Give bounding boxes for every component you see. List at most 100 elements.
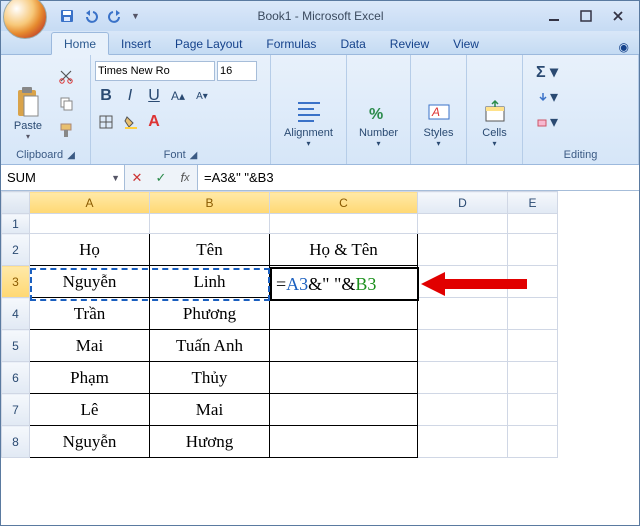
- tab-home[interactable]: Home: [51, 32, 109, 55]
- cell-A2[interactable]: Họ: [30, 234, 150, 266]
- row-header-5[interactable]: 5: [2, 330, 30, 362]
- cell-E6[interactable]: [508, 362, 558, 394]
- grow-font-icon[interactable]: A▴: [167, 85, 189, 107]
- cell-D2[interactable]: [418, 234, 508, 266]
- row-header-7[interactable]: 7: [2, 394, 30, 426]
- qat-dropdown-icon[interactable]: ▼: [131, 11, 140, 21]
- quick-access-toolbar: ▼: [51, 8, 148, 24]
- font-family-selector[interactable]: [95, 61, 215, 81]
- row-header-6[interactable]: 6: [2, 362, 30, 394]
- cells-button[interactable]: Cells▾: [472, 69, 518, 151]
- row-header-1[interactable]: 1: [2, 214, 30, 234]
- cell-B5[interactable]: Tuấn Anh: [150, 330, 270, 362]
- col-header-D[interactable]: D: [418, 192, 508, 214]
- cell-C6[interactable]: [270, 362, 418, 394]
- name-box[interactable]: SUM ▼: [1, 165, 125, 190]
- row-header-8[interactable]: 8: [2, 426, 30, 458]
- close-button[interactable]: [609, 10, 627, 22]
- alignment-button[interactable]: Alignment▾: [286, 69, 332, 151]
- namebox-dropdown-icon[interactable]: ▼: [111, 173, 120, 183]
- cell-C7[interactable]: [270, 394, 418, 426]
- cell-E2[interactable]: [508, 234, 558, 266]
- enter-formula-icon[interactable]: ✓: [149, 170, 173, 186]
- cell-B2[interactable]: Tên: [150, 234, 270, 266]
- tab-page-layout[interactable]: Page Layout: [163, 33, 254, 54]
- cell-B3[interactable]: Linh: [150, 266, 270, 298]
- row-header-4[interactable]: 4: [2, 298, 30, 330]
- help-icon[interactable]: ◉: [619, 40, 639, 54]
- copy-icon[interactable]: [55, 92, 77, 114]
- minimize-button[interactable]: [545, 10, 563, 22]
- cancel-formula-icon[interactable]: ✕: [125, 170, 149, 186]
- cell-edit-overlay-C3[interactable]: =A3&" "&B3: [270, 267, 419, 301]
- cell-B7[interactable]: Mai: [150, 394, 270, 426]
- cell-E7[interactable]: [508, 394, 558, 426]
- shrink-font-icon[interactable]: A▾: [191, 85, 213, 107]
- cell-D7[interactable]: [418, 394, 508, 426]
- col-header-C[interactable]: C: [270, 192, 418, 214]
- cell-A6[interactable]: Phạm: [30, 362, 150, 394]
- tab-review[interactable]: Review: [378, 33, 441, 54]
- fill-color-icon[interactable]: [119, 111, 141, 133]
- cell-A5[interactable]: Mai: [30, 330, 150, 362]
- format-painter-icon[interactable]: [55, 119, 77, 141]
- ribbon: Paste ▾ Clipboard◢ B I U A▴ A▾: [1, 55, 639, 165]
- font-color-icon[interactable]: A: [143, 111, 165, 133]
- maximize-button[interactable]: [577, 10, 595, 22]
- font-group-label: Font: [164, 149, 186, 161]
- cell-D4[interactable]: [418, 298, 508, 330]
- cell-A3[interactable]: Nguyễn: [30, 266, 150, 298]
- formula-ref-B3: B3: [355, 274, 376, 295]
- fill-icon[interactable]: ▾: [531, 86, 563, 108]
- clear-icon[interactable]: ▾: [531, 111, 563, 133]
- clipboard-launcher-icon[interactable]: ◢: [67, 150, 75, 161]
- font-size-selector[interactable]: [217, 61, 257, 81]
- cell-E5[interactable]: [508, 330, 558, 362]
- cell-D6[interactable]: [418, 362, 508, 394]
- redo-icon[interactable]: [107, 9, 123, 23]
- formula-input[interactable]: =A3&" "&B3: [198, 165, 639, 190]
- tab-data[interactable]: Data: [328, 33, 377, 54]
- cell-A8[interactable]: Nguyễn: [30, 426, 150, 458]
- cell-C2[interactable]: Họ & Tên: [270, 234, 418, 266]
- cell-C4[interactable]: [270, 298, 418, 330]
- styles-button[interactable]: A Styles▾: [416, 69, 462, 151]
- select-all-corner[interactable]: [2, 192, 30, 214]
- underline-button[interactable]: U: [143, 85, 165, 107]
- borders-icon[interactable]: [95, 111, 117, 133]
- cell-B6[interactable]: Thủy: [150, 362, 270, 394]
- cell-A7[interactable]: Lê: [30, 394, 150, 426]
- tab-view[interactable]: View: [441, 33, 491, 54]
- cell-B8[interactable]: Hương: [150, 426, 270, 458]
- cell-D5[interactable]: [418, 330, 508, 362]
- cell-D8[interactable]: [418, 426, 508, 458]
- formula-eq: =: [276, 274, 286, 295]
- cell-D3[interactable]: [418, 266, 508, 298]
- cut-icon[interactable]: [55, 65, 77, 87]
- save-icon[interactable]: [59, 8, 75, 24]
- paste-button[interactable]: Paste ▾: [5, 62, 51, 144]
- worksheet-grid[interactable]: A B C D E 1 2 Họ Tên Họ & Tên 3 Nguyễn L…: [1, 191, 639, 458]
- formula-ref-A3: A3: [286, 274, 308, 295]
- tab-insert[interactable]: Insert: [109, 33, 163, 54]
- col-header-E[interactable]: E: [508, 192, 558, 214]
- bold-button[interactable]: B: [95, 85, 117, 107]
- row-header-2[interactable]: 2: [2, 234, 30, 266]
- cell-E8[interactable]: [508, 426, 558, 458]
- font-launcher-icon[interactable]: ◢: [190, 150, 198, 161]
- cell-E4[interactable]: [508, 298, 558, 330]
- cell-B4[interactable]: Phương: [150, 298, 270, 330]
- cell-C8[interactable]: [270, 426, 418, 458]
- cell-C5[interactable]: [270, 330, 418, 362]
- row-header-3[interactable]: 3: [2, 266, 30, 298]
- tab-formulas[interactable]: Formulas: [254, 33, 328, 54]
- fx-icon[interactable]: fx: [173, 170, 197, 185]
- italic-button[interactable]: I: [119, 85, 141, 107]
- autosum-icon[interactable]: Σ ▾: [531, 61, 563, 83]
- cell-E3[interactable]: [508, 266, 558, 298]
- cell-A4[interactable]: Trần: [30, 298, 150, 330]
- col-header-B[interactable]: B: [150, 192, 270, 214]
- number-button[interactable]: % Number▾: [356, 69, 402, 151]
- undo-icon[interactable]: [83, 9, 99, 23]
- col-header-A[interactable]: A: [30, 192, 150, 214]
